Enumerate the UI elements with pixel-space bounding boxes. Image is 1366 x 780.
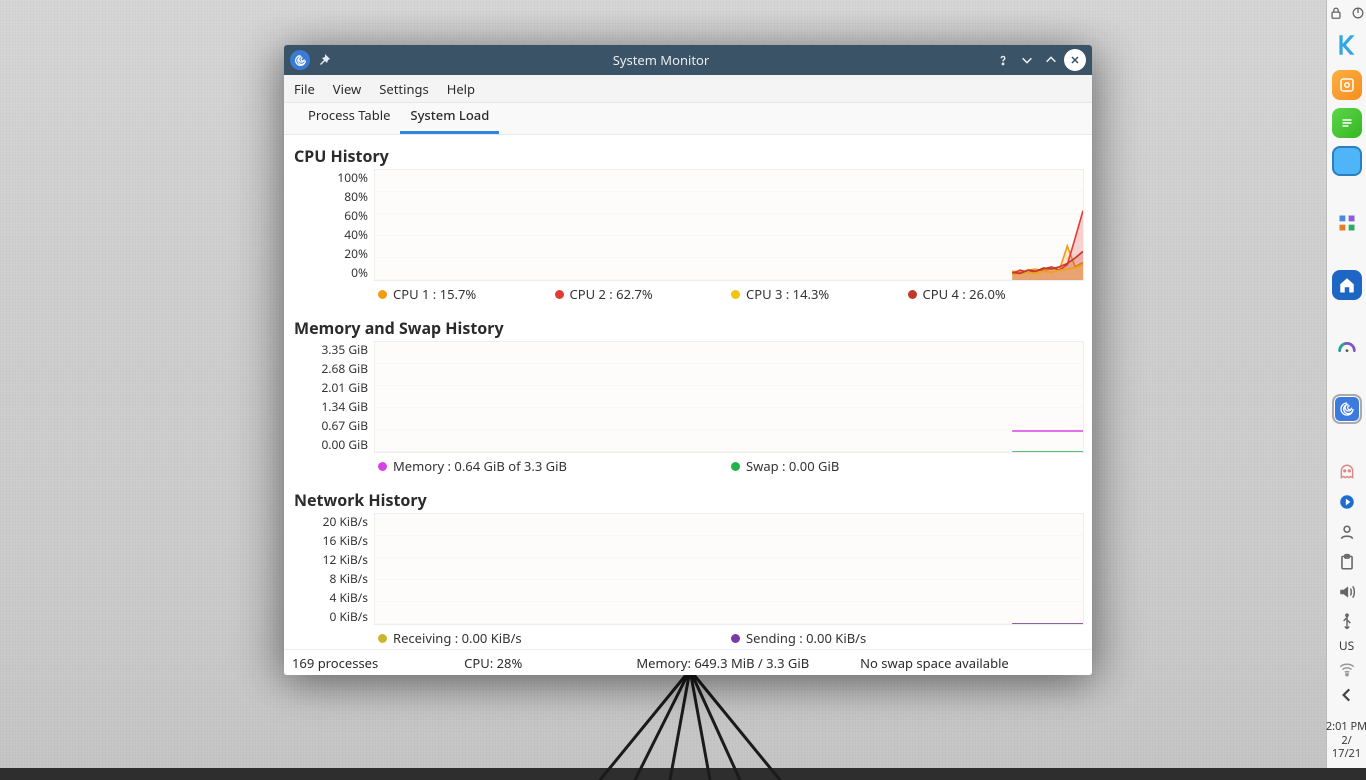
gauge-icon[interactable]: [1332, 332, 1362, 362]
ghost-icon[interactable]: [1338, 463, 1356, 481]
status-processes: 169 processes: [292, 654, 464, 672]
menu-settings[interactable]: Settings: [379, 80, 428, 98]
tab-process-table[interactable]: Process Table: [298, 100, 400, 134]
cpu-chart: [374, 169, 1084, 281]
network-yaxis: 20 KiB/s 16 KiB/s 12 KiB/s 8 KiB/s 4 KiB…: [294, 513, 374, 625]
system-panel: US 2:01 PM 2/ 17/21: [1326, 0, 1366, 768]
task-icon-1[interactable]: [1332, 70, 1362, 100]
system-monitor-task-icon[interactable]: [1332, 394, 1362, 424]
clock[interactable]: 2:01 PM 2/ 17/21: [1326, 720, 1366, 760]
minimize-icon[interactable]: [1016, 49, 1038, 71]
help-icon[interactable]: [992, 49, 1014, 71]
power-icon[interactable]: [1351, 6, 1365, 24]
tab-system-load[interactable]: System Load: [400, 100, 499, 134]
close-icon[interactable]: [1064, 49, 1086, 71]
kaos-logo-icon[interactable]: [1334, 32, 1360, 62]
cpu-legend: CPU 1 : 15.7% CPU 2 : 62.7% CPU 3 : 14.3…: [378, 281, 1084, 311]
cpu-yaxis: 100% 80% 60% 40% 20% 0%: [294, 169, 374, 281]
cpu-title: CPU History: [294, 145, 1084, 167]
titlebar[interactable]: System Monitor: [284, 45, 1092, 75]
menu-help[interactable]: Help: [447, 80, 475, 98]
status-cpu: CPU: 28%: [464, 654, 636, 672]
memory-legend: Memory : 0.64 GiB of 3.3 GiB Swap : 0.00…: [378, 453, 1084, 483]
wifi-icon[interactable]: [1338, 660, 1356, 682]
window-title: System Monitor: [332, 51, 990, 69]
lock-icon[interactable]: [1329, 6, 1343, 24]
volume-icon[interactable]: [1338, 583, 1356, 601]
clock-date-2: 17/21: [1326, 747, 1366, 760]
pin-icon[interactable]: [316, 52, 332, 68]
task-icon-active[interactable]: [1332, 146, 1362, 176]
network-legend: Receiving : 0.00 KiB/s Sending : 0.00 Ki…: [378, 625, 1084, 649]
menu-file[interactable]: File: [294, 80, 315, 98]
task-icon-2[interactable]: [1332, 108, 1362, 138]
user-icon[interactable]: [1338, 523, 1356, 541]
keyboard-locale[interactable]: US: [1339, 637, 1354, 654]
blue-dot-icon[interactable]: [1338, 493, 1356, 511]
memory-title: Memory and Swap History: [294, 317, 1084, 339]
usb-icon[interactable]: [1338, 613, 1356, 631]
status-swap: No swap space available: [860, 654, 1084, 672]
section-network: Network History 20 KiB/s 16 KiB/s 12 KiB…: [294, 489, 1084, 649]
clipboard-icon[interactable]: [1338, 553, 1356, 571]
menubar: File View Settings Help: [284, 75, 1092, 103]
clock-date-1: 2/: [1326, 734, 1366, 747]
app-icon: [290, 50, 310, 70]
tabbar: Process Table System Load: [284, 103, 1092, 135]
clock-time: 2:01 PM: [1326, 720, 1366, 733]
status-memory: Memory: 649.3 MiB / 3.3 GiB: [636, 654, 860, 672]
statusbar: 169 processes CPU: 28% Memory: 649.3 MiB…: [284, 649, 1092, 675]
network-title: Network History: [294, 489, 1084, 511]
system-monitor-window: System Monitor File View Settings Help P…: [284, 45, 1092, 675]
menu-view[interactable]: View: [333, 80, 361, 98]
content-area: CPU History 100% 80% 60% 40% 20% 0% CPU …: [284, 135, 1092, 649]
home-icon[interactable]: [1332, 270, 1362, 300]
memory-chart: [374, 341, 1084, 453]
network-chart: [374, 513, 1084, 625]
panel-expand-icon[interactable]: [1338, 686, 1356, 710]
memory-yaxis: 3.35 GiB 2.68 GiB 2.01 GiB 1.34 GiB 0.67…: [294, 341, 374, 453]
grid-icon[interactable]: [1332, 208, 1362, 238]
section-cpu: CPU History 100% 80% 60% 40% 20% 0% CPU …: [294, 145, 1084, 311]
maximize-icon[interactable]: [1040, 49, 1062, 71]
section-memory: Memory and Swap History 3.35 GiB 2.68 Gi…: [294, 317, 1084, 483]
